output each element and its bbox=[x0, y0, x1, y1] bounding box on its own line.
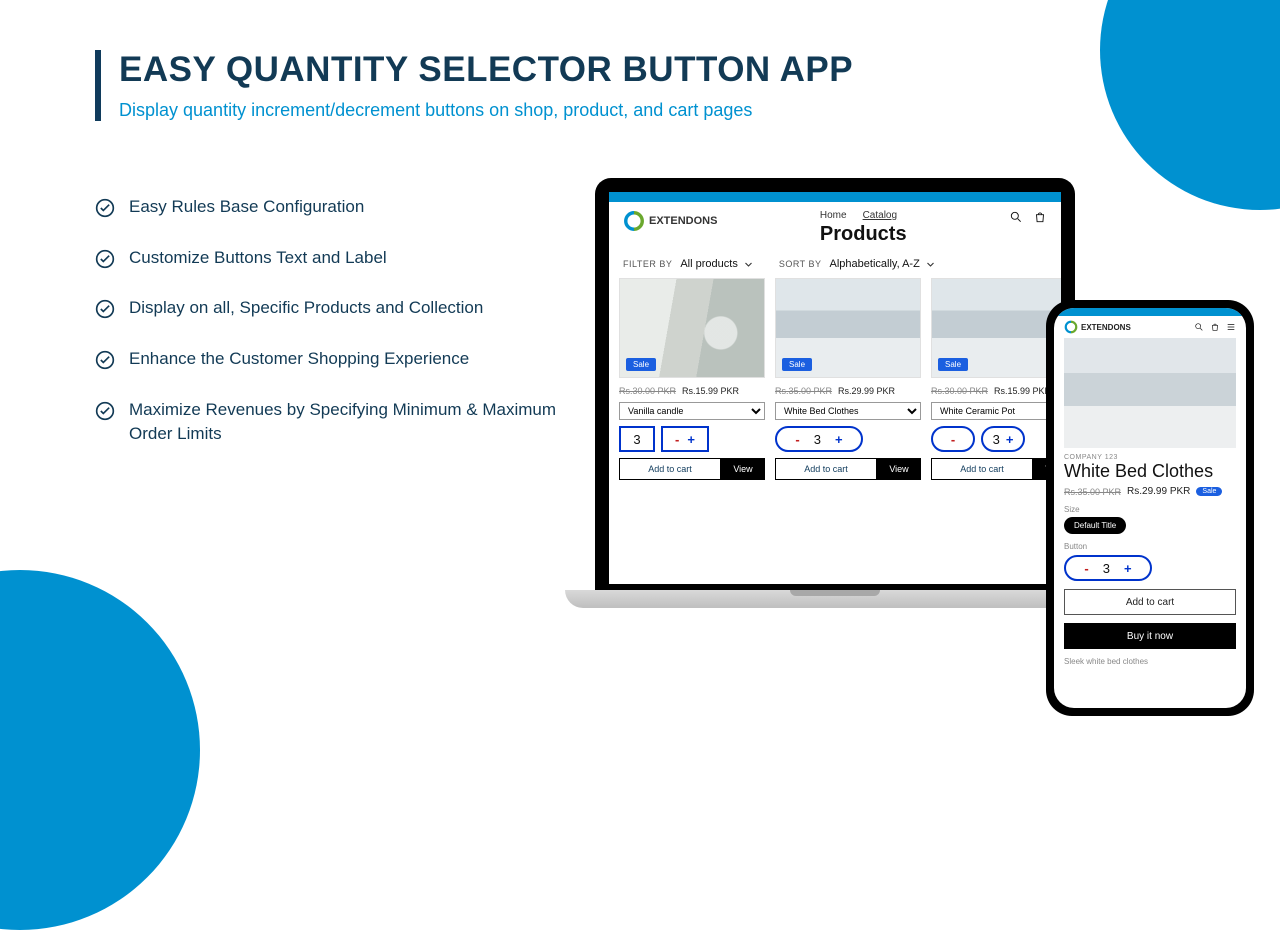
product-image[interactable]: Sale bbox=[775, 278, 921, 378]
product-card: Sale Rs.35.00 PKR Rs.29.99 PKR White Bed… bbox=[775, 278, 921, 480]
filter-by[interactable]: FILTER BY All products bbox=[623, 258, 753, 270]
sale-badge: Sale bbox=[1196, 487, 1222, 496]
price-current: Rs.15.99 PKR bbox=[994, 386, 1051, 396]
brand-logo[interactable]: EXTENDONS bbox=[1064, 320, 1131, 334]
qty-plus[interactable]: + bbox=[687, 432, 695, 447]
feature-item: Display on all, Specific Products and Co… bbox=[95, 296, 575, 321]
price-old: Rs.30.00 PKR bbox=[931, 386, 988, 396]
feature-text: Customize Buttons Text and Label bbox=[129, 246, 387, 271]
qty-value: 3 bbox=[993, 432, 1000, 447]
nav-home[interactable]: Home bbox=[820, 210, 847, 221]
sort-value: Alphabetically, A-Z bbox=[830, 258, 920, 270]
bag-icon[interactable] bbox=[1210, 322, 1220, 332]
decor-bottom-left bbox=[0, 570, 200, 930]
feature-text: Display on all, Specific Products and Co… bbox=[129, 296, 483, 321]
quantity-stepper: 3 - + bbox=[619, 426, 765, 452]
window-top-bar bbox=[609, 192, 1061, 202]
price-current: Rs.15.99 PKR bbox=[682, 386, 739, 396]
price-current: Rs.29.99 PKR bbox=[838, 386, 895, 396]
size-option[interactable]: Default Title bbox=[1064, 517, 1126, 534]
filter-label: FILTER BY bbox=[623, 259, 672, 269]
view-button[interactable]: View bbox=[877, 458, 921, 480]
variant-select[interactable]: White Ceramic Pot bbox=[931, 402, 1061, 420]
filter-value: All products bbox=[680, 258, 737, 270]
chevron-down-icon bbox=[926, 260, 935, 269]
sale-badge: Sale bbox=[782, 358, 812, 371]
bag-icon[interactable] bbox=[1033, 210, 1047, 224]
search-icon[interactable] bbox=[1009, 210, 1023, 224]
menu-icon[interactable] bbox=[1226, 322, 1236, 332]
logo-icon bbox=[1064, 320, 1078, 334]
check-circle-icon bbox=[95, 299, 115, 319]
feature-list: Easy Rules Base Configuration Customize … bbox=[95, 195, 575, 473]
qty-minus[interactable]: - bbox=[1084, 561, 1088, 576]
product-card: Sale Rs.30.00 PKR Rs.15.99 PKR Vanilla c… bbox=[619, 278, 765, 480]
brand-logo[interactable]: EXTENDONS bbox=[623, 210, 717, 232]
qty-value[interactable]: 3 bbox=[619, 426, 655, 452]
nav-catalog[interactable]: Catalog bbox=[863, 210, 897, 221]
price-old: Rs.35.00 PKR bbox=[775, 386, 832, 396]
price-old: Rs.30.00 PKR bbox=[619, 386, 676, 396]
variant-select[interactable]: Vanilla candle bbox=[619, 402, 765, 420]
brand-name: EXTENDONS bbox=[649, 215, 717, 227]
feature-item: Customize Buttons Text and Label bbox=[95, 246, 575, 271]
add-to-cart-button[interactable]: Add to cart bbox=[619, 458, 721, 480]
catalog-title: Products bbox=[820, 223, 907, 246]
product-description: Sleek white bed clothes bbox=[1064, 657, 1236, 666]
product-image[interactable]: Sale bbox=[619, 278, 765, 378]
button-section-label: Button bbox=[1064, 542, 1236, 551]
product-image[interactable]: Sale bbox=[931, 278, 1061, 378]
quantity-stepper: - 3 + bbox=[931, 426, 1061, 452]
feature-item: Enhance the Customer Shopping Experience bbox=[95, 347, 575, 372]
feature-item: Easy Rules Base Configuration bbox=[95, 195, 575, 220]
laptop-base bbox=[565, 590, 1105, 608]
sale-badge: Sale bbox=[938, 358, 968, 371]
qty-minus[interactable]: - bbox=[795, 432, 799, 447]
vendor-name: COMPANY 123 bbox=[1064, 454, 1236, 461]
check-circle-icon bbox=[95, 198, 115, 218]
sort-label: SORT BY bbox=[779, 259, 822, 269]
window-top-bar bbox=[1054, 308, 1246, 316]
quantity-stepper: - 3 + bbox=[775, 426, 921, 452]
feature-text: Maximize Revenues by Specifying Minimum … bbox=[129, 398, 575, 447]
variant-select[interactable]: White Bed Clothes bbox=[775, 402, 921, 420]
qty-plus[interactable]: + bbox=[1006, 432, 1014, 447]
page-subtitle: Display quantity increment/decrement but… bbox=[119, 100, 1220, 121]
check-circle-icon bbox=[95, 249, 115, 269]
size-label: Size bbox=[1064, 505, 1236, 514]
check-circle-icon bbox=[95, 401, 115, 421]
logo-icon bbox=[623, 210, 645, 232]
add-to-cart-button[interactable]: Add to cart bbox=[931, 458, 1033, 480]
feature-item: Maximize Revenues by Specifying Minimum … bbox=[95, 398, 575, 447]
sort-by[interactable]: SORT BY Alphabetically, A-Z bbox=[779, 258, 935, 270]
feature-text: Enhance the Customer Shopping Experience bbox=[129, 347, 469, 372]
sale-badge: Sale bbox=[626, 358, 656, 371]
quantity-stepper: - 3 + bbox=[1064, 555, 1152, 581]
price-old: Rs.35.00 PKR bbox=[1064, 487, 1121, 497]
qty-value: 3 bbox=[1103, 561, 1110, 576]
add-to-cart-button[interactable]: Add to cart bbox=[775, 458, 877, 480]
qty-plus[interactable]: + bbox=[1124, 561, 1132, 576]
chevron-down-icon bbox=[744, 260, 753, 269]
qty-minus[interactable]: - bbox=[931, 426, 975, 452]
price-current: Rs.29.99 PKR bbox=[1127, 486, 1190, 497]
check-circle-icon bbox=[95, 350, 115, 370]
search-icon[interactable] bbox=[1194, 322, 1204, 332]
add-to-cart-button[interactable]: Add to cart bbox=[1064, 589, 1236, 615]
qty-plus[interactable]: + bbox=[835, 432, 843, 447]
buy-now-button[interactable]: Buy it now bbox=[1064, 623, 1236, 649]
phone-mockup: EXTENDONS COMPANY 123 White Bed Clothes … bbox=[1046, 300, 1254, 716]
brand-name: EXTENDONS bbox=[1081, 323, 1131, 332]
laptop-mockup: EXTENDONS Home Catalog Products FILTER B… bbox=[595, 178, 1075, 608]
product-title: White Bed Clothes bbox=[1064, 461, 1236, 482]
qty-value: 3 bbox=[814, 432, 821, 447]
page-title: EASY QUANTITY SELECTOR BUTTON APP bbox=[119, 50, 1220, 90]
feature-text: Easy Rules Base Configuration bbox=[129, 195, 364, 220]
qty-minus[interactable]: - bbox=[675, 432, 679, 447]
view-button[interactable]: View bbox=[721, 458, 765, 480]
product-card: Sale Rs.30.00 PKR Rs.15.99 PKR White Cer… bbox=[931, 278, 1061, 480]
product-image[interactable] bbox=[1064, 338, 1236, 448]
